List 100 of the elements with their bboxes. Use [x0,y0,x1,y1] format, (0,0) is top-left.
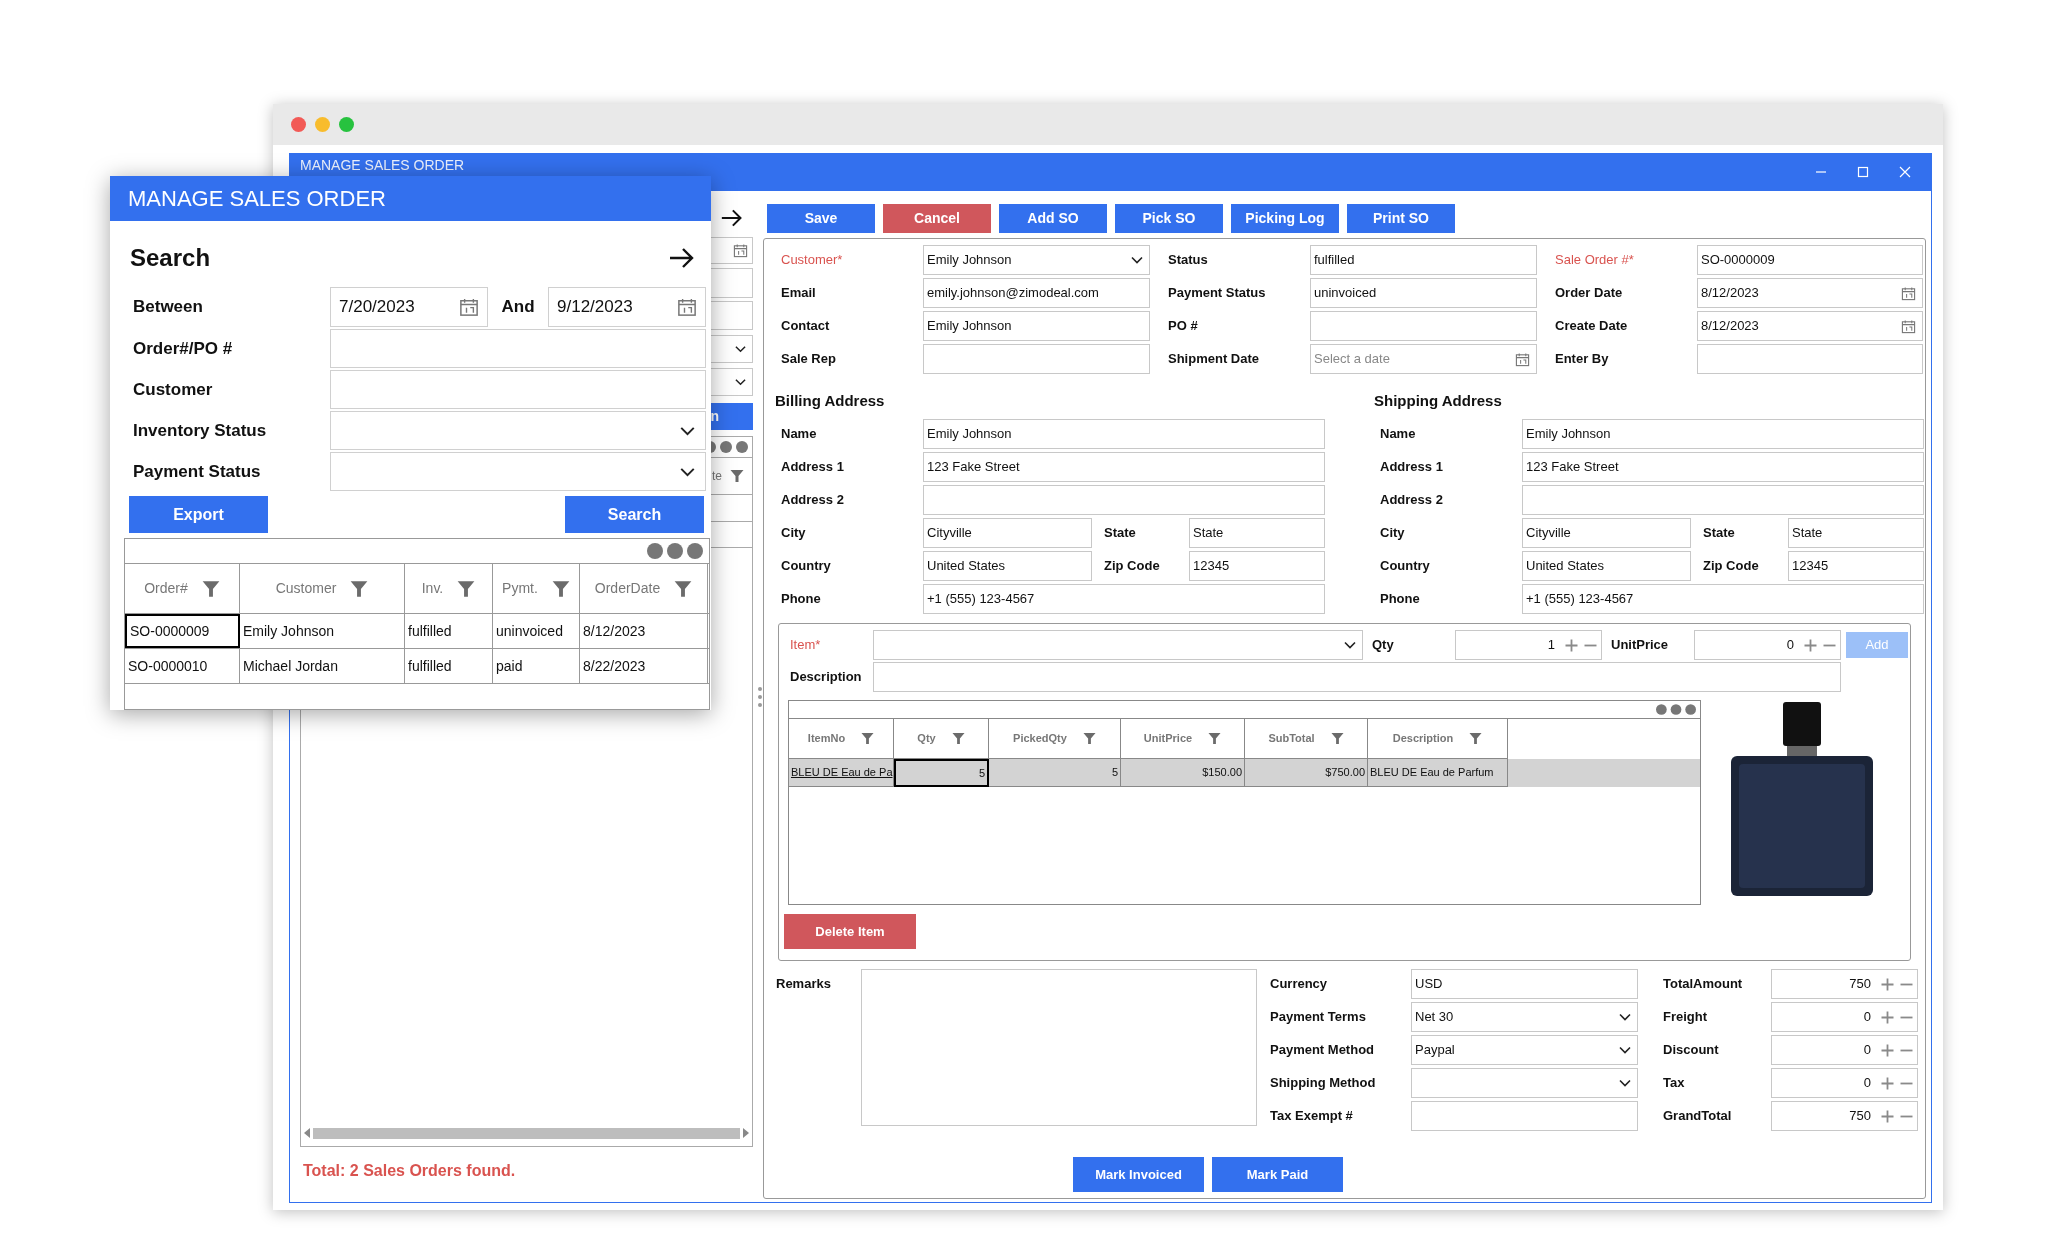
column-header[interactable]: te [712,467,722,485]
filter-icon[interactable] [861,732,875,745]
column-header[interactable]: OrderDate [580,564,708,613]
text-field[interactable]: USD [1411,969,1638,999]
number-field[interactable]: 0 [1771,1035,1918,1065]
filter-icon[interactable] [951,732,965,745]
plus-icon[interactable] [1881,977,1894,991]
text-field[interactable] [1411,1101,1638,1131]
plus-icon[interactable] [1881,1109,1894,1123]
table-cell[interactable]: SO-0000009 [125,614,240,648]
date-field[interactable]: 7/20/2023 [330,287,488,327]
text-field[interactable]: 123 Fake Street [923,452,1325,482]
text-field[interactable]: State [1788,518,1924,548]
number-field[interactable]: 0 [1694,630,1841,660]
text-field[interactable]: State [1189,518,1325,548]
text-field[interactable] [1310,311,1537,341]
text-field[interactable]: emily.johnson@zimodeal.com [923,278,1150,308]
number-field[interactable]: 750 [1771,969,1918,999]
number-field[interactable]: 0 [1771,1002,1918,1032]
toolbar-button[interactable]: Cancel [883,204,991,233]
toolbar-button[interactable]: Picking Log [1231,204,1339,233]
toolbar-button[interactable]: Save [767,204,875,233]
action-button[interactable]: Mark Paid [1212,1157,1343,1192]
text-field[interactable] [1697,344,1923,374]
splitter-handle[interactable] [758,685,762,708]
text-field[interactable] [873,662,1841,692]
maximize-icon[interactable] [1857,166,1869,178]
text-field[interactable]: 12345 [1788,551,1924,581]
calendar-icon[interactable] [677,297,697,317]
column-header[interactable]: Pymt. [493,564,580,613]
date-field[interactable]: 8/12/2023 [1697,278,1923,308]
arrow-right-icon[interactable] [721,208,743,228]
filter-icon[interactable] [1469,732,1483,745]
plus-icon[interactable] [1565,638,1578,652]
plus-icon[interactable] [1881,1043,1894,1057]
scrollbar-thumb[interactable] [313,1127,740,1139]
calendar-icon[interactable] [1901,285,1916,301]
item-link[interactable]: BLEU DE Eau de Pa [789,759,894,787]
dropdown-field[interactable] [330,452,706,491]
text-field[interactable] [923,485,1325,515]
text-field[interactable]: +1 (555) 123-4567 [923,584,1325,614]
text-field[interactable]: Cityville [1522,518,1691,548]
filter-icon[interactable] [551,579,570,598]
date-field[interactable]: 8/12/2023 [1697,311,1923,341]
action-button[interactable]: Export [129,496,268,533]
text-field[interactable]: uninvoiced [1310,278,1537,308]
action-button[interactable]: Search [565,496,704,533]
filter-icon[interactable] [1208,732,1222,745]
filter-icon[interactable] [730,469,744,483]
filter-icon[interactable] [1330,732,1344,745]
text-field[interactable]: 123 Fake Street [1522,452,1924,482]
filter-icon[interactable] [674,579,693,598]
filter-icon[interactable] [457,579,476,598]
text-field[interactable] [330,370,706,409]
filter-icon[interactable] [350,579,369,598]
filter-icon[interactable] [201,579,220,598]
text-field[interactable]: fulfilled [1310,245,1537,275]
dropdown-field[interactable]: Emily Johnson [923,245,1150,275]
dropdown-field[interactable] [873,630,1363,660]
number-field[interactable]: 750 [1771,1101,1918,1131]
calendar-icon[interactable] [733,243,748,258]
horizontal-scrollbar[interactable] [303,1126,750,1140]
filter-icon[interactable] [1082,732,1096,745]
text-field[interactable]: Emily Johnson [1522,419,1924,449]
dropdown-field[interactable]: Paypal [1411,1035,1638,1065]
date-field[interactable]: Select a date [1310,344,1537,374]
column-header[interactable]: Qty [894,719,989,759]
action-button[interactable]: Mark Invoiced [1073,1157,1204,1192]
column-header[interactable]: Customer [240,564,405,613]
dropdown-field[interactable] [1411,1068,1638,1098]
text-field[interactable]: Emily Johnson [923,419,1325,449]
item-row[interactable]: BLEU DE Eau de Pa 5 5 $150.00 $750.00 BLEU DE Eau de Parfum [789,759,1700,787]
calendar-icon[interactable] [459,297,479,317]
number-field[interactable]: 1 [1455,630,1602,660]
text-field[interactable]: SO-0000009 [1697,245,1923,275]
more-icon[interactable] [1656,704,1696,715]
text-field[interactable]: United States [923,551,1092,581]
delete-item-button[interactable]: Delete Item [784,914,916,949]
column-header[interactable]: Inv. [405,564,493,613]
number-field[interactable]: 0 [1771,1068,1918,1098]
arrow-right-icon[interactable] [669,247,695,269]
scroll-right-icon[interactable] [742,1128,750,1138]
text-field[interactable]: +1 (555) 123-4567 [1522,584,1924,614]
text-field[interactable] [1522,485,1924,515]
text-field[interactable]: Cityville [923,518,1092,548]
table-cell[interactable]: SO-0000010 [125,649,240,683]
more-icon[interactable] [645,543,705,559]
close-icon[interactable] [1899,166,1911,178]
dropdown-field[interactable]: Net 30 [1411,1002,1638,1032]
column-header[interactable]: Order# [125,564,240,613]
dropdown-field[interactable] [330,411,706,450]
toolbar-button[interactable]: Add SO [999,204,1107,233]
text-field[interactable]: Emily Johnson [923,311,1150,341]
text-field[interactable]: 12345 [1189,551,1325,581]
date-field[interactable]: 9/12/2023 [548,287,706,327]
toolbar-button[interactable]: Print SO [1347,204,1455,233]
scroll-left-icon[interactable] [303,1128,311,1138]
calendar-icon[interactable] [1515,351,1530,367]
text-field[interactable] [330,329,706,368]
toolbar-button[interactable]: Pick SO [1115,204,1223,233]
